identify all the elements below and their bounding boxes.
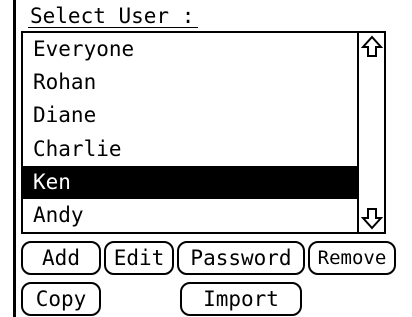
down-arrow-icon (360, 208, 383, 230)
list-item-ken[interactable]: Ken (23, 165, 378, 199)
add-button[interactable]: Add (21, 241, 101, 275)
user-list: Everyone Rohan Diane Charlie Ken Andy (23, 33, 378, 232)
up-arrow-icon (360, 35, 383, 57)
dialog-title: Select User : (30, 4, 195, 28)
import-button[interactable]: Import (180, 282, 302, 316)
list-item-rohan[interactable]: Rohan (23, 66, 378, 99)
scroll-down-button[interactable] (359, 204, 384, 232)
scroll-up-button[interactable] (359, 33, 384, 61)
edit-button[interactable]: Edit (104, 241, 174, 275)
scrollbar[interactable] (357, 33, 384, 232)
list-item-diane[interactable]: Diane (23, 99, 378, 132)
copy-button[interactable]: Copy (21, 282, 101, 316)
user-listbox[interactable]: Everyone Rohan Diane Charlie Ken Andy (21, 31, 386, 234)
list-item-andy[interactable]: Andy (23, 199, 378, 232)
list-item-charlie[interactable]: Charlie (23, 133, 378, 166)
password-button[interactable]: Password (177, 241, 305, 275)
window-left-border (13, 0, 16, 317)
list-item-everyone[interactable]: Everyone (23, 33, 378, 66)
title-underline (28, 27, 198, 28)
remove-button[interactable]: Remove (308, 241, 396, 275)
